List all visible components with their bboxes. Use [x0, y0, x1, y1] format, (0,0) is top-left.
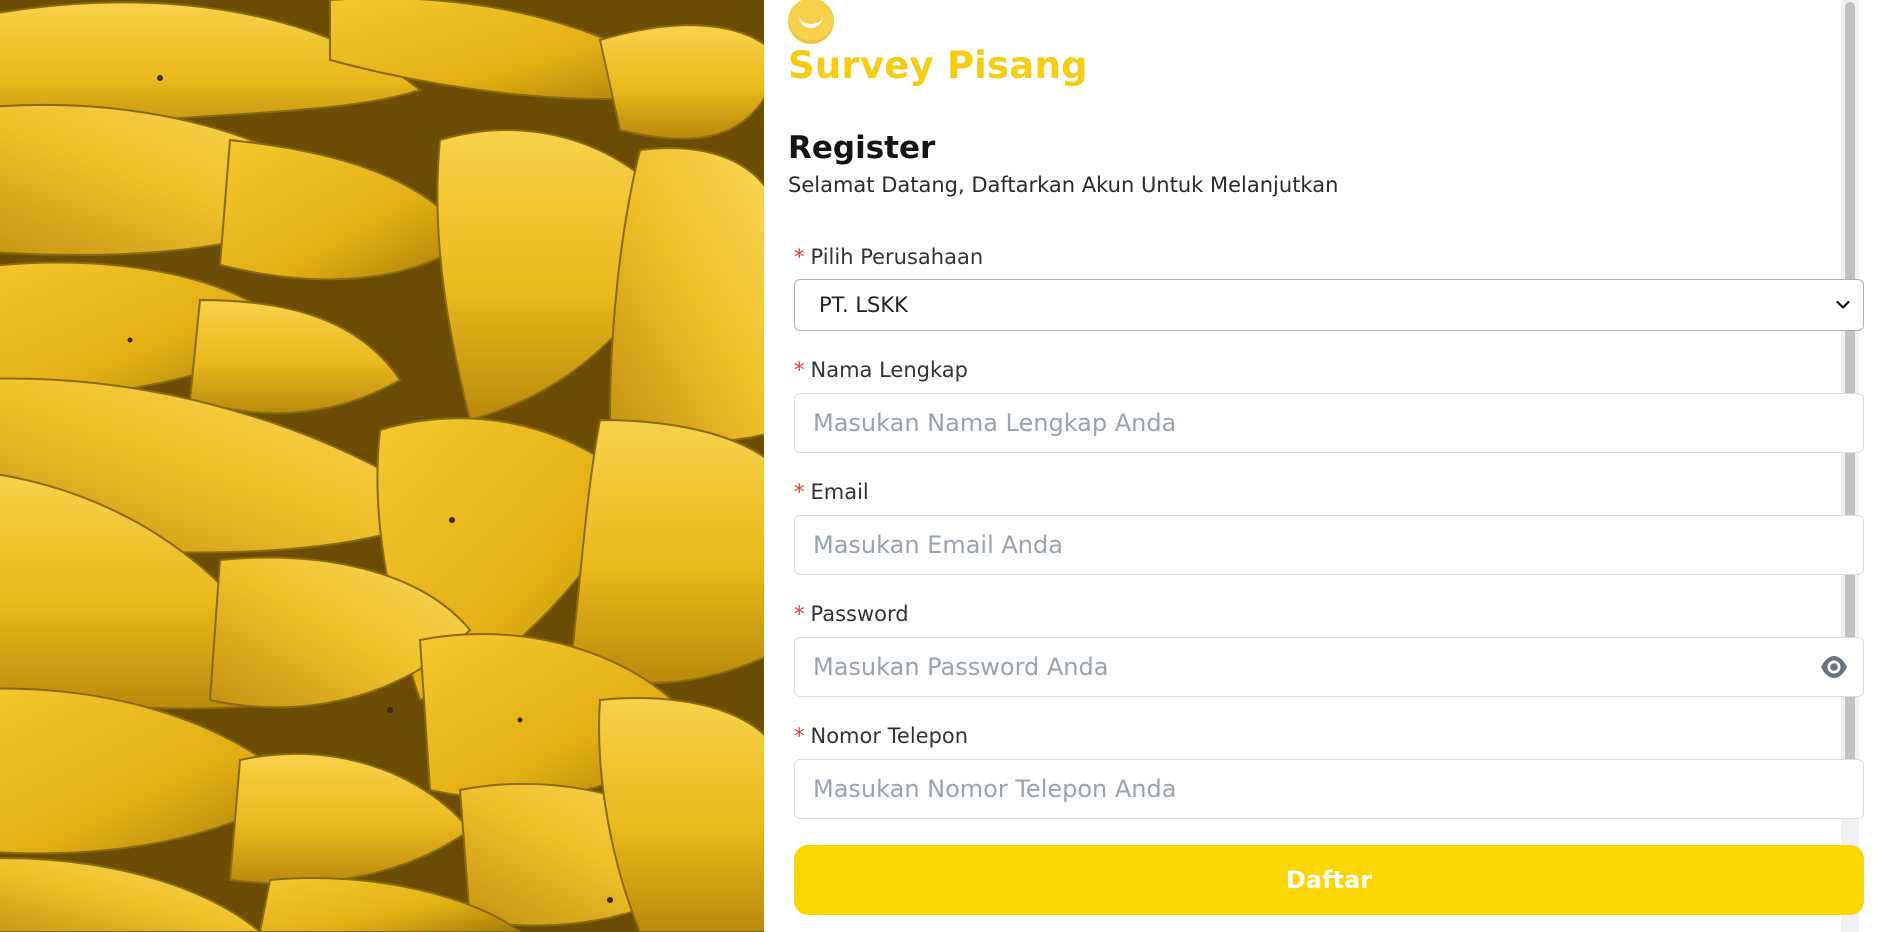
phone-label: * Nomor Telepon — [794, 724, 968, 748]
company-select-value: PT. LSKK — [819, 293, 908, 317]
full-name-label-text: Nama Lengkap — [810, 358, 968, 382]
required-marker: * — [794, 245, 805, 269]
password-label-text: Password — [810, 602, 909, 626]
required-marker: * — [794, 480, 805, 504]
required-marker: * — [794, 358, 805, 382]
page-subtitle: Selamat Datang, Daftarkan Akun Untuk Mel… — [788, 173, 1339, 197]
required-marker: * — [794, 602, 805, 626]
full-name-field[interactable] — [794, 393, 1864, 453]
eye-icon[interactable] — [1819, 654, 1849, 680]
company-label-text: Pilih Perusahaan — [810, 245, 984, 269]
company-select[interactable]: PT. LSKK — [794, 279, 1864, 331]
email-label: * Email — [794, 480, 869, 504]
register-page: Survey Pisang Register Selamat Datang, D… — [0, 0, 1877, 932]
page-title: Register — [788, 130, 936, 166]
email-label-text: Email — [810, 480, 869, 504]
chevron-down-icon — [1823, 300, 1863, 310]
smile-icon — [799, 12, 823, 28]
brand-name: Survey Pisang — [788, 44, 1088, 87]
full-name-input[interactable] — [795, 394, 1863, 452]
smile-logo-icon — [788, 0, 834, 44]
password-label: * Password — [794, 602, 909, 626]
email-field[interactable] — [794, 515, 1864, 575]
password-field[interactable] — [794, 637, 1864, 697]
full-name-label: * Nama Lengkap — [794, 358, 968, 382]
phone-label-text: Nomor Telepon — [810, 724, 969, 748]
password-input[interactable] — [795, 638, 1863, 696]
register-submit-button[interactable]: Daftar — [794, 845, 1864, 915]
required-marker: * — [794, 724, 805, 748]
company-label: * Pilih Perusahaan — [794, 245, 983, 269]
email-input[interactable] — [795, 516, 1863, 574]
phone-field[interactable] — [794, 759, 1864, 819]
hero-bananas-image — [0, 0, 764, 932]
phone-input[interactable] — [795, 760, 1863, 818]
